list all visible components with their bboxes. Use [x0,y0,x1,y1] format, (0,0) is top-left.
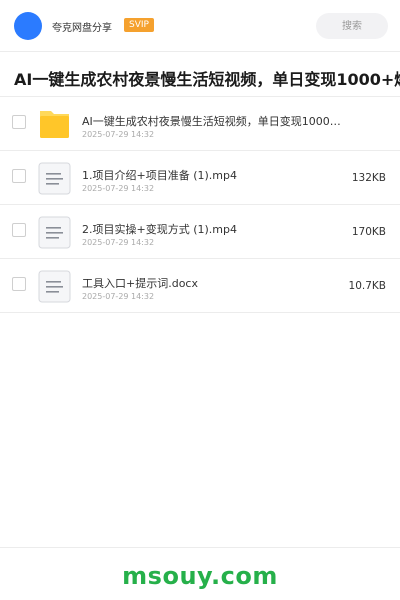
file-size: 132KB [351,172,386,184]
page-title: AI一键生成农村夜景慢生活短视频，单日变现1000+爆款玩 [14,70,400,89]
row-checkbox[interactable] [12,223,26,237]
file-row[interactable]: 工具入口+提示词.docx 2025-07-29 14:32 10.7KB [0,259,400,313]
file-date: 2025-07-29 14:32 [82,184,155,193]
file-date: 2025-07-29 14:32 [82,292,155,301]
row-checkbox[interactable] [12,277,26,291]
file-date: 2025-07-29 14:32 [82,130,155,139]
file-date: 2025-07-29 14:32 [82,238,155,247]
file-row[interactable]: 2.项目实操+变现方式 (1).mp4 2025-07-29 14:32 170… [0,205,400,259]
row-checkbox[interactable] [12,169,26,183]
search-input[interactable] [316,13,388,39]
file-name[interactable]: 工具入口+提示词.docx [82,275,342,291]
svip-badge: SVIP [124,18,154,32]
file-row[interactable]: 1.项目介绍+项目准备 (1).mp4 2025-07-29 14:32 132… [0,151,400,205]
header: 夸克网盘分享 SVIP [0,0,400,52]
row-checkbox[interactable] [12,115,26,129]
file-size: 170KB [351,226,386,238]
folder-icon [40,111,69,138]
app-name: 夸克网盘分享 [52,23,112,34]
watermark: msouy.com [122,562,278,590]
file-row-folder[interactable]: AI一键生成农村夜景慢生活短视频，单日变现1000+爆款玩法 2025-07-2… [0,97,400,151]
file-size: 10.7KB [348,280,386,292]
file-name[interactable]: 1.项目介绍+项目准备 (1).mp4 [82,167,342,183]
file-name[interactable]: AI一键生成农村夜景慢生活短视频，单日变现1000+爆款玩法 [82,113,342,129]
file-list: AI一键生成农村夜景慢生活短视频，单日变现1000+爆款玩法 2025-07-2… [0,97,400,313]
avatar[interactable] [14,12,42,40]
document-icon [38,162,71,195]
document-icon [38,270,71,303]
document-icon [38,216,71,249]
footer-divider [0,547,400,548]
file-name[interactable]: 2.项目实操+变现方式 (1).mp4 [82,221,342,237]
